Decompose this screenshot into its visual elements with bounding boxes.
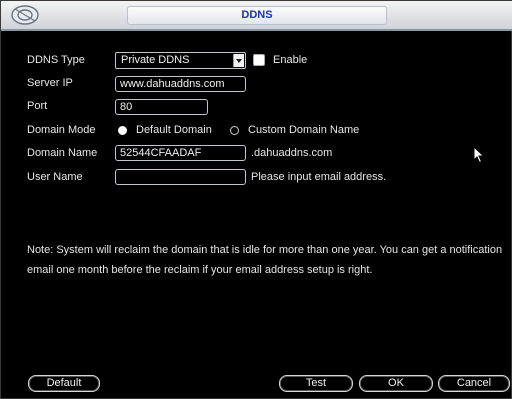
ok-button[interactable]: OK [359,375,433,392]
enable-checkbox[interactable] [253,54,265,66]
domain-suffix: .dahuaddns.com [251,147,333,159]
mouse-pointer-icon [473,145,485,164]
server-ip-label: Server IP [27,77,73,89]
default-domain-radio[interactable] [118,126,127,135]
user-name-label: User Name [27,171,83,183]
port-field[interactable]: 80 [115,99,208,115]
logo-icon [7,3,43,27]
user-name-hint: Please input email address. [251,171,387,183]
test-button[interactable]: Test [279,375,353,392]
ddns-type-select[interactable]: Private DDNS [115,52,246,69]
custom-domain-label: Custom Domain Name [248,124,360,136]
server-ip-field[interactable]: www.dahuaddns.com [115,76,246,92]
port-label: Port [27,100,48,112]
title-pill: DDNS [127,6,387,25]
enable-label: Enable [273,54,308,66]
domain-mode-label: Domain Mode [27,124,96,136]
default-button[interactable]: Default [28,375,100,392]
dialog-title: DDNS [241,9,273,21]
ddns-type-value: Private DDNS [121,54,190,66]
cancel-button[interactable]: Cancel [438,375,510,392]
title-bar: DDNS [1,1,512,31]
custom-domain-radio[interactable] [230,126,239,135]
reclaim-note: Note: System will reclaim the domain tha… [27,244,503,276]
ddns-dialog: DDNS DDNS Type Private DDNS Enable Serve… [0,0,512,399]
default-domain-label: Default Domain [136,124,212,136]
ddns-type-label: DDNS Type [27,54,85,66]
chevron-down-icon[interactable] [233,54,244,67]
domain-name-label: Domain Name [27,147,98,159]
user-name-field[interactable] [115,169,246,185]
domain-name-field[interactable]: 52544CFAADAF [115,145,246,161]
